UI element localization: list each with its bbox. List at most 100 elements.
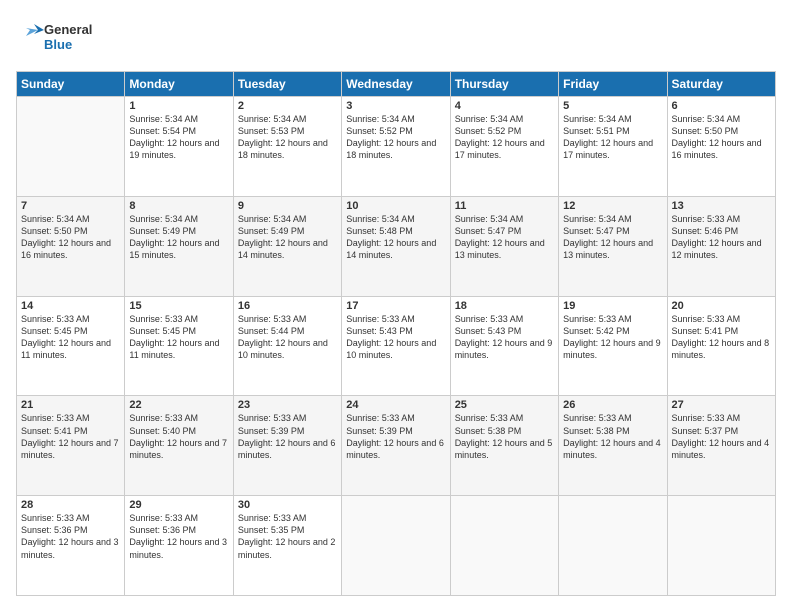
sunset-text: Sunset: 5:42 PM xyxy=(563,325,662,337)
calendar-table: SundayMondayTuesdayWednesdayThursdayFrid… xyxy=(16,71,776,596)
day-number: 18 xyxy=(455,300,554,312)
sunrise-text: Sunrise: 5:33 AM xyxy=(21,412,120,424)
daylight-text: Daylight: 12 hours and 2 minutes. xyxy=(238,536,337,560)
calendar-cell xyxy=(667,496,775,596)
sunrise-text: Sunrise: 5:33 AM xyxy=(129,512,228,524)
day-number: 13 xyxy=(672,200,771,212)
day-number: 1 xyxy=(129,100,228,112)
day-number: 20 xyxy=(672,300,771,312)
calendar-cell: 14Sunrise: 5:33 AMSunset: 5:45 PMDayligh… xyxy=(17,296,125,396)
sunset-text: Sunset: 5:50 PM xyxy=(672,125,771,137)
calendar-cell: 6Sunrise: 5:34 AMSunset: 5:50 PMDaylight… xyxy=(667,97,775,197)
calendar-cell xyxy=(342,496,450,596)
calendar-cell: 7Sunrise: 5:34 AMSunset: 5:50 PMDaylight… xyxy=(17,196,125,296)
sunset-text: Sunset: 5:49 PM xyxy=(129,225,228,237)
sunset-text: Sunset: 5:45 PM xyxy=(129,325,228,337)
day-number: 30 xyxy=(238,499,337,511)
sunset-text: Sunset: 5:49 PM xyxy=(238,225,337,237)
page: General Blue SundayMondayTuesdayWednesda… xyxy=(0,0,792,612)
daylight-text: Daylight: 12 hours and 14 minutes. xyxy=(238,237,337,261)
day-number: 10 xyxy=(346,200,445,212)
sunset-text: Sunset: 5:40 PM xyxy=(129,425,228,437)
col-header-wednesday: Wednesday xyxy=(342,72,450,97)
calendar-cell: 10Sunrise: 5:34 AMSunset: 5:48 PMDayligh… xyxy=(342,196,450,296)
week-row-5: 28Sunrise: 5:33 AMSunset: 5:36 PMDayligh… xyxy=(17,496,776,596)
daylight-text: Daylight: 12 hours and 18 minutes. xyxy=(238,137,337,161)
day-number: 27 xyxy=(672,399,771,411)
sunrise-text: Sunrise: 5:34 AM xyxy=(129,213,228,225)
day-number: 4 xyxy=(455,100,554,112)
daylight-text: Daylight: 12 hours and 6 minutes. xyxy=(346,437,445,461)
sunrise-text: Sunrise: 5:33 AM xyxy=(672,213,771,225)
daylight-text: Daylight: 12 hours and 16 minutes. xyxy=(672,137,771,161)
sunset-text: Sunset: 5:41 PM xyxy=(21,425,120,437)
sunset-text: Sunset: 5:41 PM xyxy=(672,325,771,337)
sunrise-text: Sunrise: 5:33 AM xyxy=(129,412,228,424)
daylight-text: Daylight: 12 hours and 12 minutes. xyxy=(672,237,771,261)
daylight-text: Daylight: 12 hours and 3 minutes. xyxy=(129,536,228,560)
daylight-text: Daylight: 12 hours and 15 minutes. xyxy=(129,237,228,261)
calendar-cell: 15Sunrise: 5:33 AMSunset: 5:45 PMDayligh… xyxy=(125,296,233,396)
calendar-cell: 21Sunrise: 5:33 AMSunset: 5:41 PMDayligh… xyxy=(17,396,125,496)
calendar-cell: 4Sunrise: 5:34 AMSunset: 5:52 PMDaylight… xyxy=(450,97,558,197)
sunrise-text: Sunrise: 5:34 AM xyxy=(563,213,662,225)
calendar-cell: 28Sunrise: 5:33 AMSunset: 5:36 PMDayligh… xyxy=(17,496,125,596)
header-row: SundayMondayTuesdayWednesdayThursdayFrid… xyxy=(17,72,776,97)
col-header-monday: Monday xyxy=(125,72,233,97)
sunset-text: Sunset: 5:48 PM xyxy=(346,225,445,237)
week-row-4: 21Sunrise: 5:33 AMSunset: 5:41 PMDayligh… xyxy=(17,396,776,496)
calendar-cell xyxy=(450,496,558,596)
calendar-cell: 3Sunrise: 5:34 AMSunset: 5:52 PMDaylight… xyxy=(342,97,450,197)
sunrise-text: Sunrise: 5:33 AM xyxy=(563,313,662,325)
calendar-cell: 18Sunrise: 5:33 AMSunset: 5:43 PMDayligh… xyxy=(450,296,558,396)
day-number: 23 xyxy=(238,399,337,411)
day-number: 7 xyxy=(21,200,120,212)
calendar-cell: 26Sunrise: 5:33 AMSunset: 5:38 PMDayligh… xyxy=(559,396,667,496)
daylight-text: Daylight: 12 hours and 8 minutes. xyxy=(672,337,771,361)
sunrise-text: Sunrise: 5:34 AM xyxy=(238,213,337,225)
daylight-text: Daylight: 12 hours and 16 minutes. xyxy=(21,237,120,261)
calendar-cell: 27Sunrise: 5:33 AMSunset: 5:37 PMDayligh… xyxy=(667,396,775,496)
sunset-text: Sunset: 5:47 PM xyxy=(563,225,662,237)
daylight-text: Daylight: 12 hours and 11 minutes. xyxy=(129,337,228,361)
daylight-text: Daylight: 12 hours and 13 minutes. xyxy=(455,237,554,261)
calendar-cell: 25Sunrise: 5:33 AMSunset: 5:38 PMDayligh… xyxy=(450,396,558,496)
daylight-text: Daylight: 12 hours and 17 minutes. xyxy=(455,137,554,161)
day-number: 29 xyxy=(129,499,228,511)
calendar-cell xyxy=(559,496,667,596)
sunset-text: Sunset: 5:54 PM xyxy=(129,125,228,137)
sunrise-text: Sunrise: 5:34 AM xyxy=(129,113,228,125)
calendar-cell: 20Sunrise: 5:33 AMSunset: 5:41 PMDayligh… xyxy=(667,296,775,396)
calendar-cell: 8Sunrise: 5:34 AMSunset: 5:49 PMDaylight… xyxy=(125,196,233,296)
sunset-text: Sunset: 5:36 PM xyxy=(129,524,228,536)
sunrise-text: Sunrise: 5:34 AM xyxy=(346,113,445,125)
calendar-cell: 17Sunrise: 5:33 AMSunset: 5:43 PMDayligh… xyxy=(342,296,450,396)
sunrise-text: Sunrise: 5:34 AM xyxy=(21,213,120,225)
sunrise-text: Sunrise: 5:34 AM xyxy=(346,213,445,225)
calendar-cell: 23Sunrise: 5:33 AMSunset: 5:39 PMDayligh… xyxy=(233,396,341,496)
day-number: 3 xyxy=(346,100,445,112)
daylight-text: Daylight: 12 hours and 9 minutes. xyxy=(563,337,662,361)
logo-svg: General Blue xyxy=(16,16,126,58)
sunrise-text: Sunrise: 5:34 AM xyxy=(238,113,337,125)
sunrise-text: Sunrise: 5:33 AM xyxy=(563,412,662,424)
sunrise-text: Sunrise: 5:34 AM xyxy=(455,213,554,225)
sunset-text: Sunset: 5:39 PM xyxy=(346,425,445,437)
sunset-text: Sunset: 5:35 PM xyxy=(238,524,337,536)
sunrise-text: Sunrise: 5:33 AM xyxy=(346,313,445,325)
svg-text:Blue: Blue xyxy=(44,37,72,52)
day-number: 6 xyxy=(672,100,771,112)
daylight-text: Daylight: 12 hours and 4 minutes. xyxy=(672,437,771,461)
sunrise-text: Sunrise: 5:34 AM xyxy=(455,113,554,125)
sunrise-text: Sunrise: 5:33 AM xyxy=(238,412,337,424)
day-number: 12 xyxy=(563,200,662,212)
sunset-text: Sunset: 5:44 PM xyxy=(238,325,337,337)
daylight-text: Daylight: 12 hours and 11 minutes. xyxy=(21,337,120,361)
day-number: 19 xyxy=(563,300,662,312)
calendar-cell: 30Sunrise: 5:33 AMSunset: 5:35 PMDayligh… xyxy=(233,496,341,596)
sunset-text: Sunset: 5:38 PM xyxy=(455,425,554,437)
day-number: 24 xyxy=(346,399,445,411)
sunrise-text: Sunrise: 5:33 AM xyxy=(129,313,228,325)
day-number: 11 xyxy=(455,200,554,212)
svg-text:General: General xyxy=(44,22,92,37)
